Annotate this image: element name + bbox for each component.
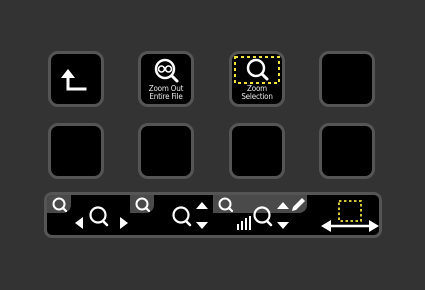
return-arrow-icon xyxy=(61,69,87,91)
dial-touch-strip xyxy=(44,192,382,238)
empty-key-1-4[interactable] xyxy=(319,51,375,107)
vertical-zoom-icon xyxy=(172,202,208,229)
back-key[interactable] xyxy=(48,51,104,107)
stream-deck-panel: Zoom Out Entire File Zoom Selection xyxy=(0,0,425,290)
zoom-out-entire-file-key[interactable]: Zoom Out Entire File xyxy=(138,51,194,107)
zoom-selection-label-line2: Selection xyxy=(241,92,273,101)
selection-resize-icon xyxy=(321,200,379,232)
dial-vertical-zoom[interactable] xyxy=(130,195,213,235)
zoom-selection-key[interactable]: Zoom Selection xyxy=(229,51,285,107)
dial-selection[interactable] xyxy=(307,195,379,235)
empty-key-2-1[interactable] xyxy=(48,123,104,179)
horizontal-zoom-icon xyxy=(75,206,128,229)
zoom-out-label-line2: Entire File xyxy=(149,92,183,101)
dial-horizontal-zoom[interactable] xyxy=(47,195,130,235)
dial-waveform-zoom[interactable] xyxy=(213,195,307,235)
waveform-zoom-icon xyxy=(237,202,289,230)
empty-key-2-2[interactable] xyxy=(138,123,194,179)
empty-key-2-4[interactable] xyxy=(319,123,375,179)
empty-key-2-3[interactable] xyxy=(229,123,285,179)
